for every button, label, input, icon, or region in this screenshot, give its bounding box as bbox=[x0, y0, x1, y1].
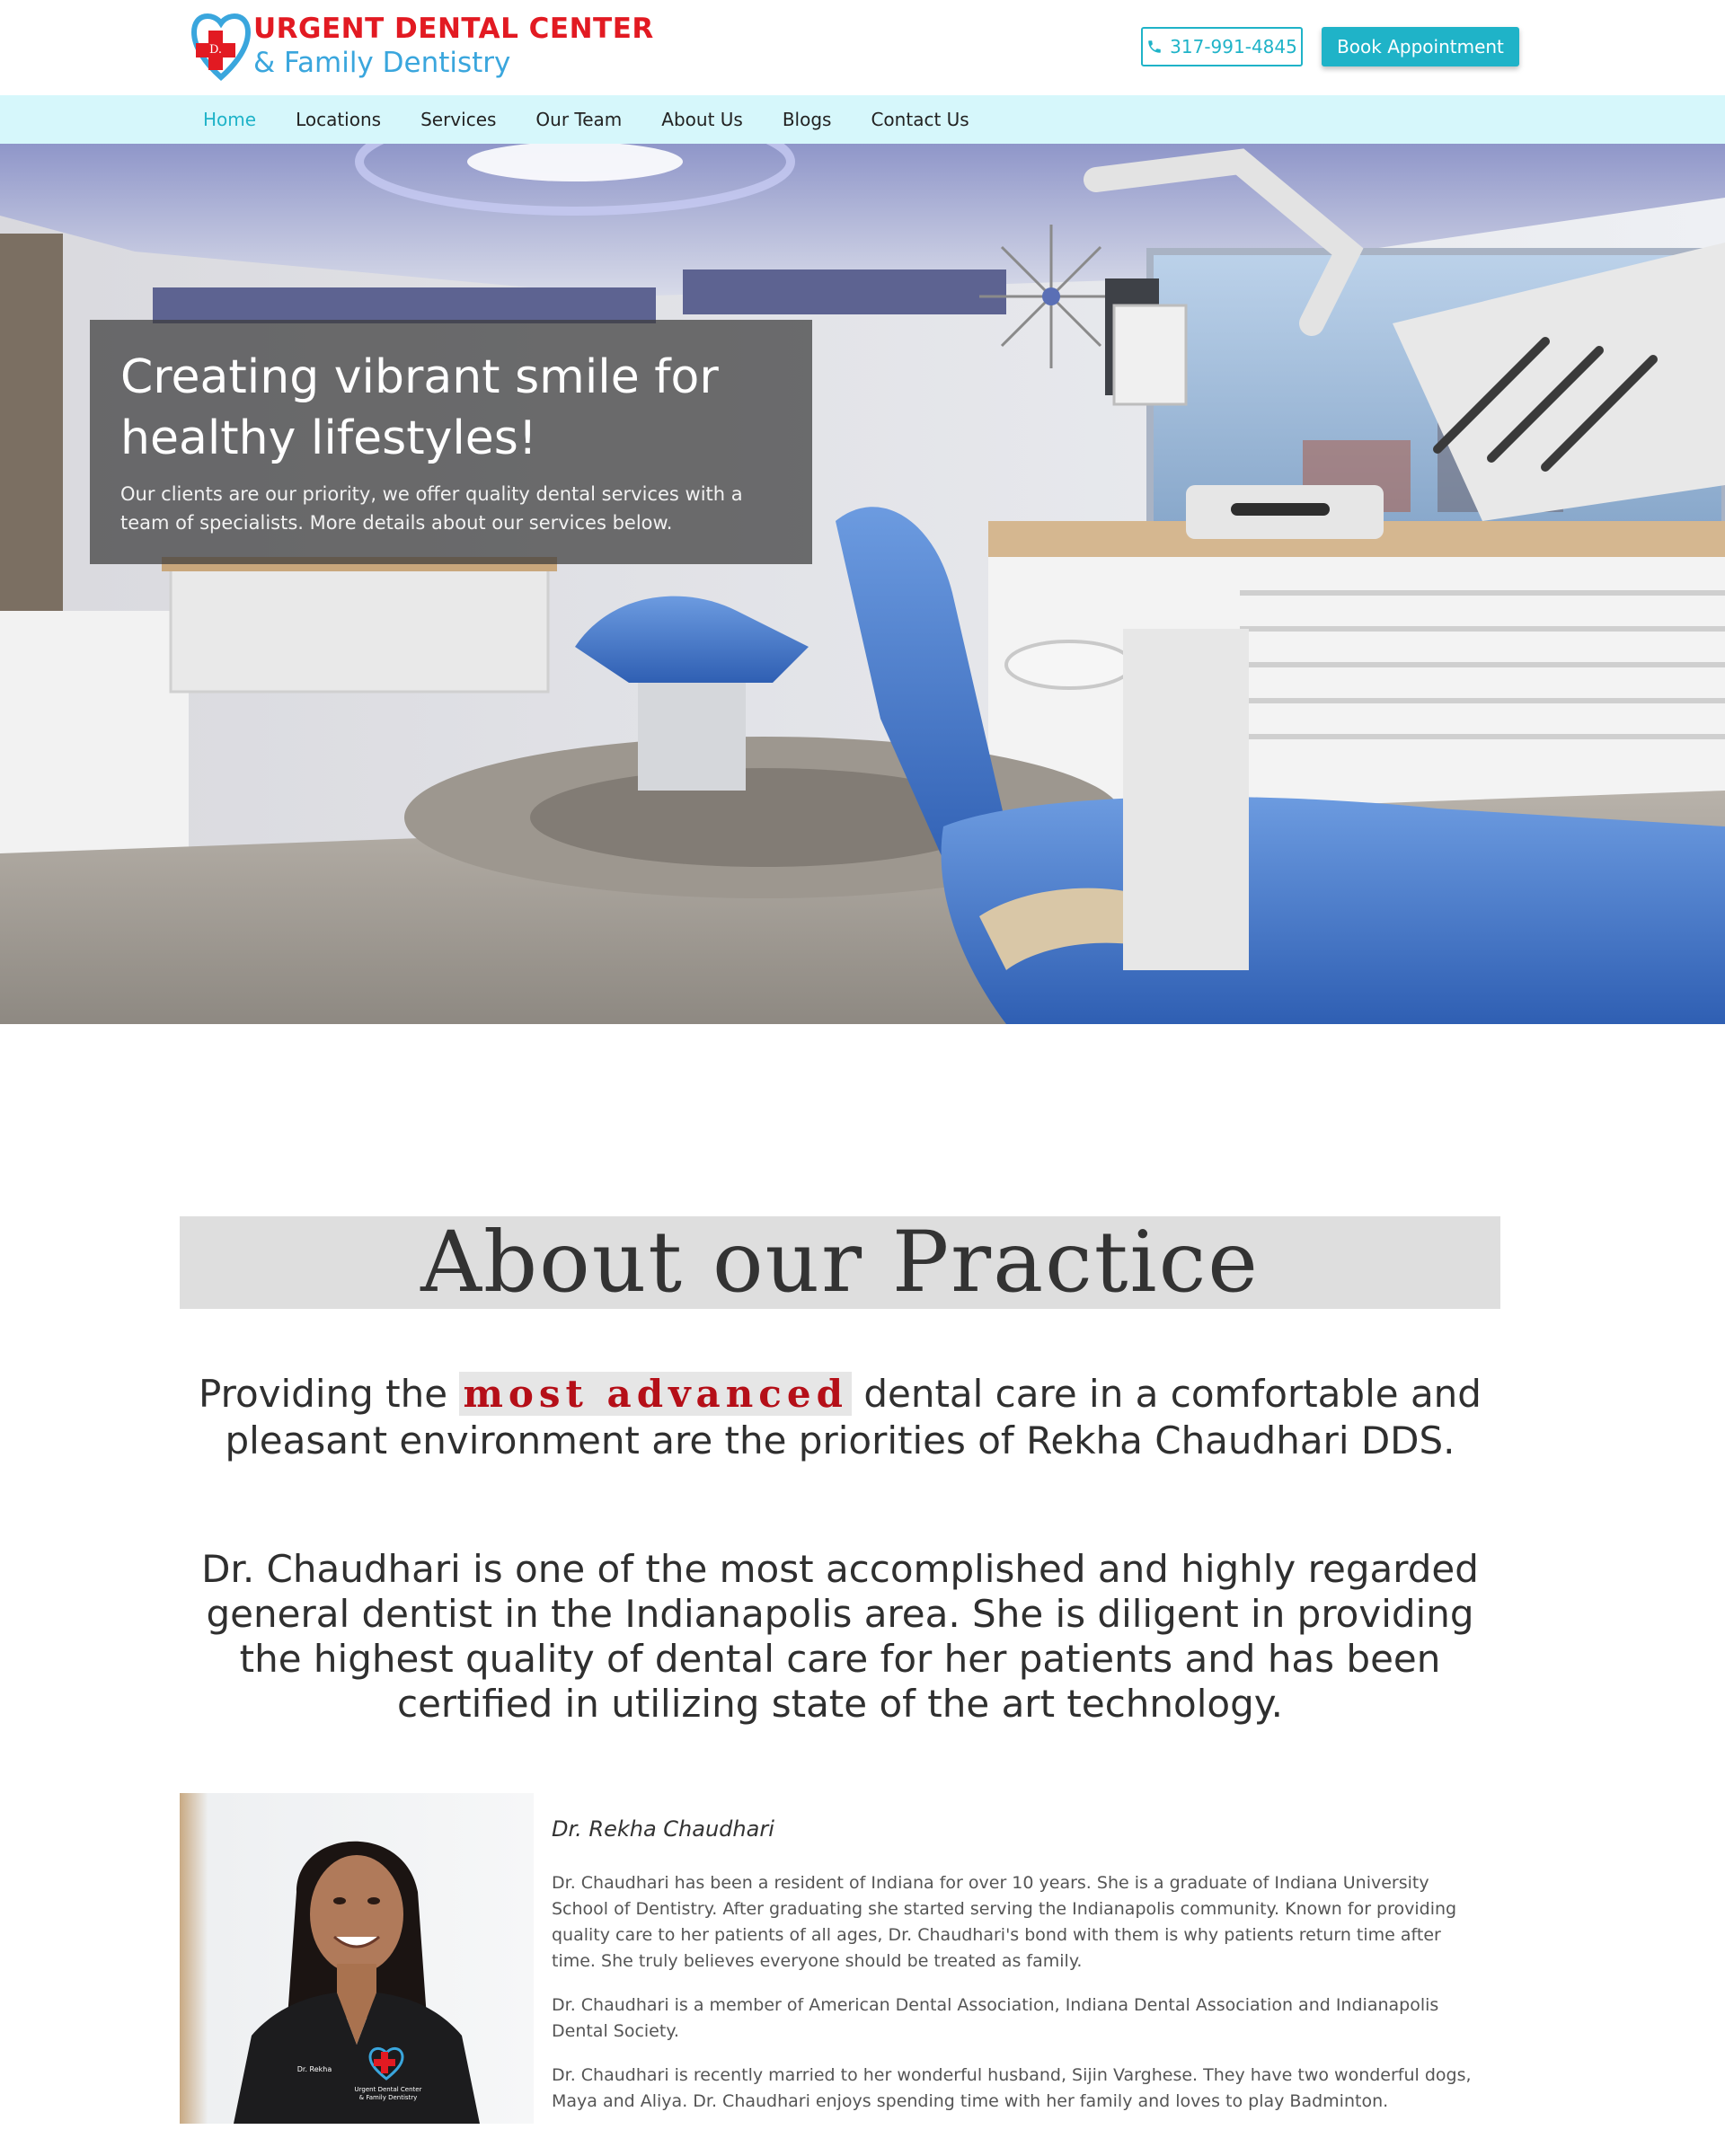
site-logo[interactable]: D. URGENT DENTAL CENTER & Family Dentist… bbox=[189, 11, 653, 83]
phone-number: 317-991-4845 bbox=[1170, 36, 1297, 57]
doctor-bio-paragraph: Dr. Chaudhari has been a resident of Ind… bbox=[552, 1873, 1457, 1971]
scrub-logo-line1: Urgent Dental Center bbox=[355, 2086, 422, 2093]
logo-subtitle: & Family Dentistry bbox=[253, 47, 511, 79]
doctor-name: Dr. Rekha Chaudhari bbox=[552, 1816, 774, 1842]
nav-item-about-us[interactable]: About Us bbox=[661, 109, 743, 130]
tooth-logo-icon: D. bbox=[190, 13, 252, 82]
doctor-bio-paragraph: Dr. Chaudhari is recently married to her… bbox=[552, 2065, 1472, 2111]
doctor-bio: Dr. Chaudhari has been a resident of Ind… bbox=[552, 1870, 1486, 2133]
nav-item-home[interactable]: Home bbox=[203, 109, 256, 130]
scrub-name-embroidery: Dr. Rekha bbox=[297, 2065, 332, 2073]
hero-subtitle: Our clients are our priority, we offer q… bbox=[120, 483, 743, 534]
hero-banner: Creating vibrant smile for healthy lifes… bbox=[0, 144, 1725, 1024]
phone-icon bbox=[1148, 40, 1161, 53]
scrub-logo-line2: & Family Dentistry bbox=[359, 2094, 418, 2101]
highlighted-phrase: most advanced bbox=[459, 1372, 852, 1416]
nav-item-blogs[interactable]: Blogs bbox=[783, 109, 832, 130]
main-nav: Home Locations Services Our Team About U… bbox=[0, 95, 1725, 144]
about-heading: About our Practice bbox=[420, 1214, 1260, 1312]
about-heading-banner: About our Practice bbox=[180, 1214, 1500, 1312]
doctor-photo: Urgent Dental Center & Family Dentistry … bbox=[180, 1793, 534, 2124]
book-appointment-button[interactable]: Book Appointment bbox=[1322, 27, 1519, 66]
about-intro-text: Dr. Chaudhari is one of the most accompl… bbox=[201, 1547, 1479, 1726]
logo-title: URGENT DENTAL CENTER bbox=[253, 13, 654, 45]
nav-item-services[interactable]: Services bbox=[420, 109, 496, 130]
nav-item-locations[interactable]: Locations bbox=[296, 109, 381, 130]
nav-item-our-team[interactable]: Our Team bbox=[535, 109, 622, 130]
phone-button[interactable]: 317-991-4845 bbox=[1141, 27, 1303, 66]
hero-caption: Creating vibrant smile for healthy lifes… bbox=[90, 320, 812, 564]
nav-item-contact-us[interactable]: Contact Us bbox=[871, 109, 969, 130]
hero-title: Creating vibrant smile for healthy lifes… bbox=[120, 350, 719, 465]
about-lead-text: Providing the most advanced dental care … bbox=[199, 1372, 1482, 1462]
site-header: D. URGENT DENTAL CENTER & Family Dentist… bbox=[0, 0, 1725, 95]
logo-mark-text: D. bbox=[209, 43, 222, 57]
doctor-bio-paragraph: Dr. Chaudhari is a member of American De… bbox=[552, 1995, 1439, 2041]
doctor-portrait-image: Urgent Dental Center & Family Dentistry … bbox=[180, 1793, 534, 2124]
dental-office-image bbox=[0, 144, 1725, 1024]
